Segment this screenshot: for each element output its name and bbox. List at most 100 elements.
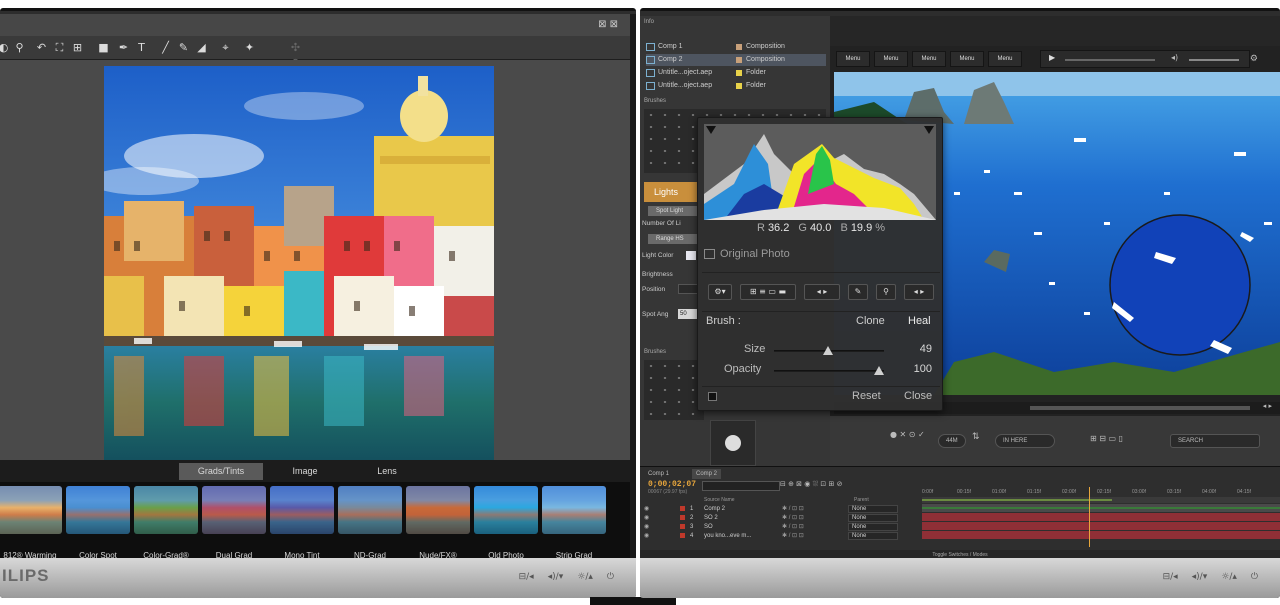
heal-button[interactable]: Heal <box>908 315 931 327</box>
preset-thumbnail[interactable] <box>134 486 198 534</box>
eye-icon[interactable]: ◉ <box>644 523 649 531</box>
playhead[interactable] <box>1089 487 1090 547</box>
menu-button[interactable]: Menu <box>836 51 870 67</box>
parent-dropdown[interactable]: None <box>848 514 898 522</box>
position-field[interactable] <box>678 284 698 294</box>
timeline-layer-row[interactable]: ◉ 1 Comp 2 ✱ / ⊡ ⊡ None <box>642 505 920 513</box>
close-icon[interactable]: ⊠ ⊠ <box>598 19 618 30</box>
brush-tool-icon[interactable]: ✎ <box>848 284 868 300</box>
time-ruler[interactable]: 0:00f 00:15f 01:00f 01:15f 02:00f 02:15f 03:00… <box>922 487 1280 497</box>
menu-button[interactable]: Menu <box>950 51 984 67</box>
layer-bar-1[interactable] <box>922 504 1280 512</box>
audio-icon[interactable]: ◂)/▾ <box>548 572 564 582</box>
timeline-tool-icons[interactable]: ⊟ ⊕ ⊠ ◉ ⛆ ⊡ ⊞ ⊘ <box>780 480 842 489</box>
input-icon-right[interactable]: ⊟/◂ <box>1163 572 1178 582</box>
preset-thumbnail[interactable] <box>338 486 402 534</box>
undo-icon[interactable]: ↶ <box>34 40 49 55</box>
switches-icons[interactable]: ✱ / ⊡ ⊡ <box>782 505 804 513</box>
pen-icon[interactable]: ✒ <box>116 40 131 55</box>
reset-button[interactable]: Reset <box>852 390 881 402</box>
hud-footer-checkbox[interactable] <box>708 392 717 401</box>
preset-thumbnail[interactable] <box>406 486 470 534</box>
eraser-icon[interactable]: ◢ <box>194 40 209 55</box>
switches-icons[interactable]: ✱ / ⊡ ⊡ <box>782 523 804 531</box>
gear-dropdown-icon[interactable]: ⚙▾ <box>708 284 732 300</box>
audio-icon-right[interactable]: ◂)/▾ <box>1192 572 1208 582</box>
power-icon-right[interactable]: ⏻ <box>1251 572 1258 582</box>
zoom-stepper-icon[interactable]: ⇅ <box>972 432 980 442</box>
zoom-dropdown[interactable]: 44M <box>938 434 966 448</box>
menu-button[interactable]: Menu <box>912 51 946 67</box>
parent-dropdown[interactable]: None <box>848 532 898 540</box>
spot-light-button[interactable]: Spot Light <box>648 206 698 216</box>
search-input[interactable]: SEARCH <box>1170 434 1260 448</box>
layer-bar-4[interactable] <box>922 531 1280 539</box>
range-button[interactable]: Range HS <box>648 234 698 244</box>
switches-icons[interactable]: ✱ / ⊡ ⊡ <box>782 514 804 522</box>
menu-button[interactable]: Menu <box>874 51 908 67</box>
text-tool-icon[interactable]: T <box>134 40 149 55</box>
original-photo-checkbox[interactable] <box>704 249 715 259</box>
brightness-icon[interactable]: ☼/▴ <box>577 572 593 582</box>
timeline-tab-comp2[interactable]: Comp 2 <box>692 469 722 479</box>
preset-thumbnail[interactable] <box>270 486 334 534</box>
eyedropper-icon[interactable]: ⌖ <box>218 40 233 55</box>
zoom-icon[interactable]: ⚲ <box>12 40 27 55</box>
input-icon[interactable]: ⊟/◂ <box>519 572 534 582</box>
eye-icon[interactable]: ◉ <box>644 514 649 522</box>
lasso-icon[interactable]: ◐ <box>0 40 11 55</box>
lights-tab[interactable]: Lights <box>644 182 698 202</box>
timeline-tab-comp1[interactable]: Comp 1 <box>644 469 673 479</box>
brushes-tab[interactable]: Brushes <box>644 98 666 108</box>
left-splitter[interactable] <box>630 14 636 559</box>
opacity-slider[interactable] <box>774 366 884 375</box>
brightness-icon-right[interactable]: ☼/▴ <box>1221 572 1237 582</box>
brush-icon[interactable]: ✎ <box>176 40 191 55</box>
eye-icon[interactable]: ◉ <box>644 505 649 513</box>
main-photo[interactable] <box>104 66 494 460</box>
rectangle-icon[interactable]: ■ <box>96 40 111 55</box>
switches-icons[interactable]: ✱ / ⊡ ⊡ <box>782 532 804 540</box>
transform-icon[interactable]: ⊞ <box>70 40 85 55</box>
layer-bar-2[interactable] <box>922 513 1280 521</box>
close-button[interactable]: Close <box>904 390 932 402</box>
project-item[interactable]: Untitle...oject.aep Folder <box>646 80 826 92</box>
brushes-tab-2[interactable]: Brushes <box>644 349 666 359</box>
nav-arrows-icon[interactable]: ◂ ▸ <box>904 284 934 300</box>
preset-thumbnail[interactable] <box>0 486 62 534</box>
power-icon[interactable]: ⏻ <box>607 572 614 582</box>
timeline-layer-row[interactable]: ◉ 4 you kno...eve m... ✱ / ⊡ ⊡ None <box>642 532 920 540</box>
light-color-swatch[interactable] <box>686 251 696 260</box>
work-area-bar[interactable] <box>922 497 1280 503</box>
in-here-dropdown[interactable]: IN HERE <box>995 434 1055 448</box>
parent-dropdown[interactable]: None <box>848 505 898 513</box>
timeline-layer-row[interactable]: ◉ 3 SO ✱ / ⊡ ⊡ None <box>642 523 920 531</box>
tab-lens[interactable]: Lens <box>352 463 422 480</box>
marquee-icon[interactable]: ⛶ <box>52 40 67 55</box>
preset-thumbnail[interactable] <box>66 486 130 534</box>
size-slider-knob[interactable] <box>822 346 833 355</box>
line-icon[interactable]: ╱ <box>158 40 173 55</box>
eye-icon[interactable]: ◉ <box>644 532 649 540</box>
volume-slider[interactable] <box>1189 59 1239 61</box>
project-item[interactable]: Comp 1 Composition <box>646 41 826 53</box>
prev-next-icons[interactable]: ◂ ▸ <box>804 284 840 300</box>
pin-icon[interactable]: ⚲ <box>876 284 896 300</box>
clone-button[interactable]: Clone <box>856 315 885 327</box>
info-tab[interactable]: Info <box>644 19 654 29</box>
playback-buttons-icon[interactable]: ● ✕ ⊙ ✓ <box>890 430 925 439</box>
timeline-layer-row[interactable]: ◉ 2 SO 2 ✱ / ⊡ ⊡ None <box>642 514 920 522</box>
volume-icon[interactable]: ◂) <box>1171 53 1178 62</box>
settings-icon[interactable]: ⚙ <box>1250 54 1258 64</box>
project-item[interactable]: Comp 2 Composition <box>646 54 826 66</box>
view-mode-icons[interactable]: ⊞ ≡ ▭ ▬ <box>740 284 796 300</box>
tab-image[interactable]: Image <box>270 463 340 480</box>
wand-icon[interactable]: ✦ <box>242 40 257 55</box>
preset-thumbnail[interactable] <box>474 486 538 534</box>
opacity-slider-knob[interactable] <box>873 366 884 375</box>
preset-thumbnail[interactable] <box>542 486 606 534</box>
step-icon[interactable]: ◂ ▸ <box>1263 402 1272 410</box>
parent-dropdown[interactable]: None <box>848 523 898 531</box>
playback-slider[interactable] <box>1065 59 1155 61</box>
tab-grads-tints[interactable]: Grads/Tints <box>179 463 263 480</box>
